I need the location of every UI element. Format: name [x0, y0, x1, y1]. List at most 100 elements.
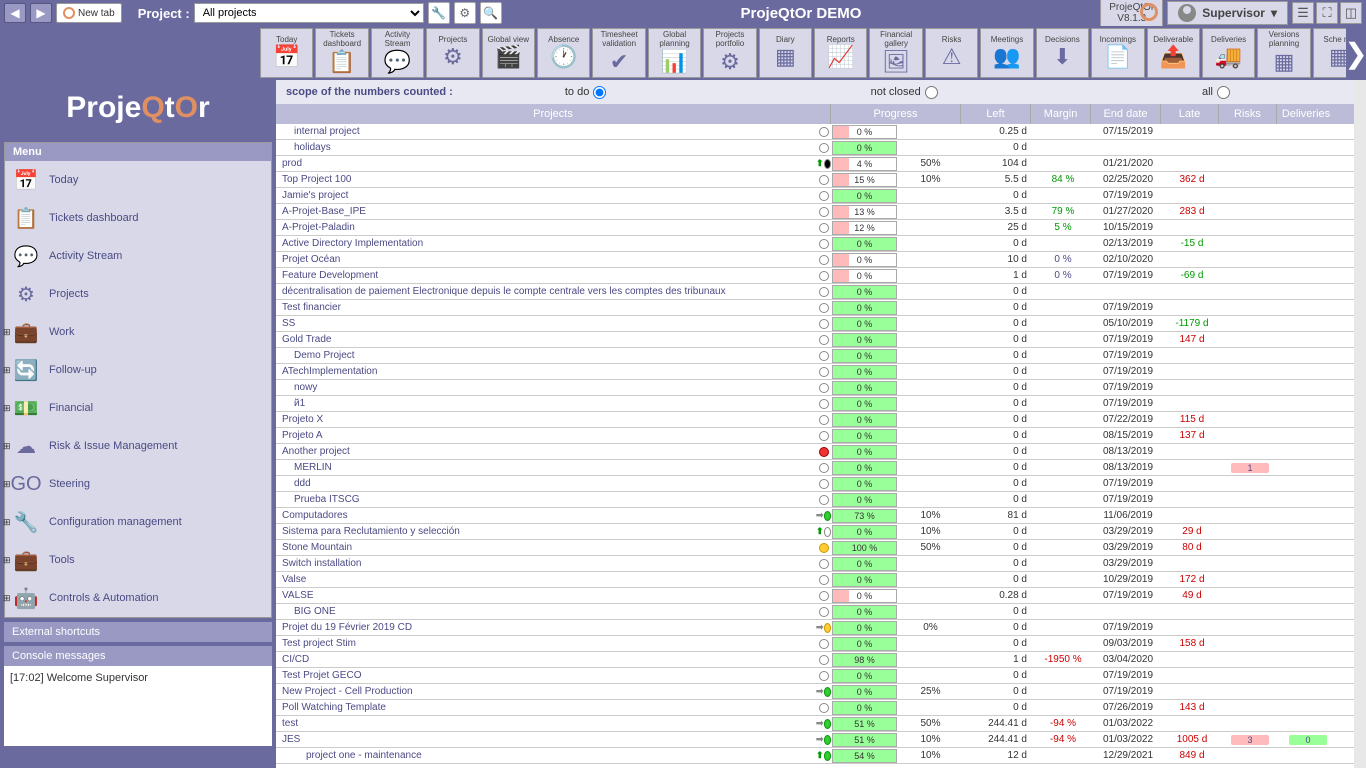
fullscreen-icon[interactable]: ⛶	[1316, 2, 1338, 24]
table-row[interactable]: décentralisation de paiement Electroniqu…	[276, 284, 1366, 300]
table-row[interactable]: Poll Watching Template0 %0 d07/26/201914…	[276, 700, 1366, 716]
layout-icon[interactable]: ◫	[1340, 2, 1362, 24]
table-row[interactable]: Valse0 %0 d10/29/2019172 d	[276, 572, 1366, 588]
menu-financial[interactable]: ⊞💵Financial	[5, 389, 271, 427]
table-row[interactable]: ddd0 %0 d07/19/2019	[276, 476, 1366, 492]
project-select[interactable]: All projects	[194, 3, 424, 23]
menu-steering[interactable]: ⊞GOSteering	[5, 465, 271, 503]
tool-incomings[interactable]: Incomings📄	[1091, 28, 1144, 78]
scope-all[interactable]: all	[1202, 86, 1230, 99]
menu-controls-automation[interactable]: ⊞🤖Controls & Automation	[5, 579, 271, 617]
search-icon[interactable]: 🔍	[480, 2, 502, 24]
nav-back-button[interactable]: ◀	[4, 3, 26, 23]
table-row[interactable]: Projeto X0 %0 d07/22/2019115 d	[276, 412, 1366, 428]
table-row[interactable]: BIG ONE0 %0 d	[276, 604, 1366, 620]
table-row[interactable]: Projet du 19 Février 2019 CD➡0 %0%0 d07/…	[276, 620, 1366, 636]
tool-meetings[interactable]: Meetings👥	[980, 28, 1033, 78]
table-row[interactable]: JES➡51 %10%244.41 d-94 %01/03/20221005 d…	[276, 732, 1366, 748]
toolbar: Today📅Tickets dashboard📋Activity Stream💬…	[0, 26, 1366, 80]
menu-risk-issue-management[interactable]: ⊞☁Risk & Issue Management	[5, 427, 271, 465]
tool-today[interactable]: Today📅	[260, 28, 313, 78]
table-row[interactable]: Projet Océan0 %10 d0 %02/10/2020	[276, 252, 1366, 268]
table-row[interactable]: New Project - Cell Production➡0 %25%0 d0…	[276, 684, 1366, 700]
table-row[interactable]: holidays0 %0 d	[276, 140, 1366, 156]
table-row[interactable]: Sistema para Reclutamiento y selección⬆0…	[276, 524, 1366, 540]
table-row[interactable]: Switch installation0 %0 d03/29/2019	[276, 556, 1366, 572]
tool-projects-portfolio[interactable]: Projects portfolio⚙	[703, 28, 756, 78]
table-row[interactable]: prod⬆4 %50%104 d01/21/2020	[276, 156, 1366, 172]
table-row[interactable]: SS0 %0 d05/10/2019-1179 d	[276, 316, 1366, 332]
console-message: [17:02] Welcome Supervisor	[4, 666, 272, 746]
tool-activity-stream[interactable]: Activity Stream💬	[371, 28, 424, 78]
menu-work[interactable]: ⊞💼Work	[5, 313, 271, 351]
table-row[interactable]: Projeto A0 %0 d08/15/2019137 d	[276, 428, 1366, 444]
tool-versions-planning[interactable]: Versions planning▦	[1257, 28, 1310, 78]
new-tab-button[interactable]: New tab	[56, 3, 122, 23]
table-row[interactable]: Active Directory Implementation0 %0 d02/…	[276, 236, 1366, 252]
scrollbar[interactable]	[1354, 80, 1366, 768]
table-row[interactable]: ATechImplementation0 %0 d07/19/2019	[276, 364, 1366, 380]
table-row[interactable]: Jamie's project0 %0 d07/19/2019	[276, 188, 1366, 204]
table-row[interactable]: Test Projet GECO0 %0 d07/19/2019	[276, 668, 1366, 684]
tool-global-planning[interactable]: Global planning📊	[648, 28, 701, 78]
menu-follow-up[interactable]: ⊞🔄Follow-up	[5, 351, 271, 389]
version-box: ProjeQtOrV8.1.3	[1100, 0, 1163, 27]
tool-decisions[interactable]: Decisions⬇	[1036, 28, 1089, 78]
table-row[interactable]: Computadores➡73 %10%81 d11/06/2019	[276, 508, 1366, 524]
tool-tickets-dashboard[interactable]: Tickets dashboard📋	[315, 28, 368, 78]
menu-today[interactable]: 📅Today	[5, 161, 271, 199]
table-row[interactable]: VALSE0 %0.28 d07/19/201949 d	[276, 588, 1366, 604]
table-row[interactable]: A-Projet-Base_IPE13 %3.5 d79 %01/27/2020…	[276, 204, 1366, 220]
table-row[interactable]: MERLIN0 %0 d08/13/20191	[276, 460, 1366, 476]
menu-collapse-icon[interactable]: ☰	[1292, 2, 1314, 24]
gear-icon[interactable]: ⚙	[454, 2, 476, 24]
tool-risks[interactable]: Risks⚠	[925, 28, 978, 78]
table-row[interactable]: Test project Stim0 %0 d09/03/2019158 d	[276, 636, 1366, 652]
table-row[interactable]: Test financier0 %0 d07/19/2019	[276, 300, 1366, 316]
table-row[interactable]: nowy0 %0 d07/19/2019	[276, 380, 1366, 396]
nav-forward-button[interactable]: ▶	[30, 3, 52, 23]
table-row[interactable]: Feature Development0 %1 d0 %07/19/2019-6…	[276, 268, 1366, 284]
user-menu[interactable]: Supervisor▾	[1167, 1, 1288, 25]
tool-timesheet-validation[interactable]: Timesheet validation✔	[592, 28, 645, 78]
table-row[interactable]: Another project0 %0 d08/13/2019	[276, 444, 1366, 460]
logo: ProjeQtOr	[0, 78, 276, 138]
topbar: ◀ ▶ New tab Project : All projects 🔧 ⚙ 🔍…	[0, 0, 1366, 26]
console-header[interactable]: Console messages	[4, 646, 272, 666]
scope-title: scope of the numbers counted :	[286, 86, 453, 98]
app-title: ProjeQtOr DEMO	[741, 5, 862, 22]
tool-deliverable[interactable]: Deliverable📤	[1147, 28, 1200, 78]
table-row[interactable]: project one - maintenance⬆54 %10%12 d12/…	[276, 748, 1366, 764]
tool-diary[interactable]: Diary▦	[759, 28, 812, 78]
tool-global-view[interactable]: Global view🎬	[482, 28, 535, 78]
tool-financial-gallery[interactable]: Financial gallery🖼	[869, 28, 922, 78]
table-row[interactable]: CI/CD98 %1 d-1950 %03/04/2020	[276, 652, 1366, 668]
menu-projects[interactable]: ⚙Projects	[5, 275, 271, 313]
table-body: internal project0 %0.25 d07/15/2019holid…	[276, 124, 1366, 768]
table-row[interactable]: A-Projet-Paladin12 %25 d5 %10/15/2019	[276, 220, 1366, 236]
project-label: Project :	[138, 6, 190, 21]
table-row[interactable]: й10 %0 d07/19/2019	[276, 396, 1366, 412]
table-row[interactable]: Top Project 10015 %10%5.5 d84 %02/25/202…	[276, 172, 1366, 188]
menu-tickets-dashboard[interactable]: 📋Tickets dashboard	[5, 199, 271, 237]
tool-deliveries[interactable]: Deliveries🚚	[1202, 28, 1255, 78]
scope-todo[interactable]: to do	[565, 86, 606, 99]
table-row[interactable]: Demo Project0 %0 d07/19/2019	[276, 348, 1366, 364]
menu-tools[interactable]: ⊞💼Tools	[5, 541, 271, 579]
menu-activity-stream[interactable]: 💬Activity Stream	[5, 237, 271, 275]
scope-row: scope of the numbers counted : to do not…	[276, 80, 1366, 104]
menu-header: Menu	[5, 143, 271, 161]
external-shortcuts-header[interactable]: External shortcuts	[4, 622, 272, 642]
wrench-icon[interactable]: 🔧	[428, 2, 450, 24]
table-row[interactable]: Gold Trade0 %0 d07/19/2019147 d	[276, 332, 1366, 348]
tool-reports[interactable]: Reports📈	[814, 28, 867, 78]
table-row[interactable]: Stone Mountain100 %50%0 d03/29/201980 d	[276, 540, 1366, 556]
tool-absence[interactable]: Absence🕐	[537, 28, 590, 78]
menu-configuration-management[interactable]: ⊞🔧Configuration management	[5, 503, 271, 541]
table-row[interactable]: internal project0 %0.25 d07/15/2019	[276, 124, 1366, 140]
toolbar-next-icon[interactable]: ❯	[1346, 26, 1366, 80]
tool-projects[interactable]: Projects⚙	[426, 28, 479, 78]
table-row[interactable]: test➡51 %50%244.41 d-94 %01/03/2022	[276, 716, 1366, 732]
table-row[interactable]: Prueba ITSCG0 %0 d07/19/2019	[276, 492, 1366, 508]
scope-notclosed[interactable]: not closed	[871, 86, 938, 99]
